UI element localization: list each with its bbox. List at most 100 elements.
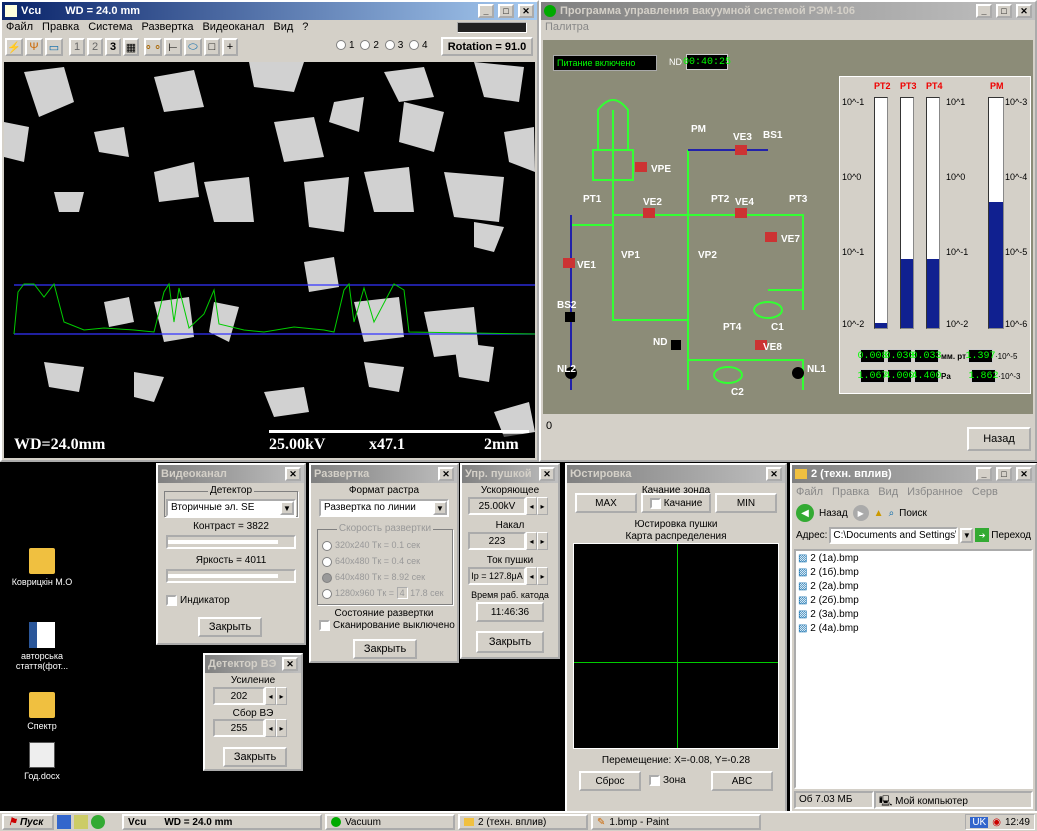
speed-option-2[interactable]: 640x480 Tк = 8.92 сек <box>322 572 425 583</box>
exp-menu-view[interactable]: Вид <box>878 486 898 500</box>
gun-close-button[interactable]: ✕ <box>539 467 555 481</box>
go-label[interactable]: Переход <box>991 530 1031 541</box>
radio-3[interactable] <box>384 40 395 51</box>
close-button[interactable]: ✕ <box>518 4 534 18</box>
chevron-down-icon[interactable]: ▼ <box>960 527 974 543</box>
radio-1[interactable] <box>336 40 346 51</box>
chevron-down-icon[interactable]: ▼ <box>433 501 447 515</box>
back-arrow-icon[interactable]: ◀ <box>796 504 814 522</box>
scan-titlebar[interactable]: Развертка ✕ <box>311 465 457 483</box>
desktop-icon-word-doc[interactable]: авторська стаття(фот... <box>2 622 82 671</box>
heat-right-icon[interactable]: ▸ <box>537 532 548 550</box>
explorer-close-button[interactable]: ✕ <box>1016 467 1032 481</box>
exp-menu-fav[interactable]: Избранное <box>907 486 963 500</box>
tool-2-button[interactable]: 2 <box>87 38 103 56</box>
scan-close-dialog-button[interactable]: Закрыть <box>353 639 417 659</box>
radio-4[interactable] <box>409 40 420 51</box>
menu-file[interactable]: Файл <box>6 21 33 35</box>
go-arrow-icon[interactable]: ➔ <box>975 528 990 542</box>
search-icon[interactable]: ⌕ <box>889 508 895 519</box>
vacuum-close-button[interactable]: ✕ <box>1016 4 1032 18</box>
line-icon[interactable]: ⊢ <box>164 38 182 56</box>
align-titlebar[interactable]: Юстировка ✕ <box>567 465 785 483</box>
indicator-checkbox[interactable]: Индикатор <box>166 595 230 606</box>
accel-left-icon[interactable]: ◂ <box>526 497 537 515</box>
chevron-down-icon[interactable]: ▼ <box>280 501 294 515</box>
bse-close-dialog-button[interactable]: Закрыть <box>223 747 287 767</box>
swing-toggle[interactable]: Качание <box>641 493 711 513</box>
vacuum-titlebar[interactable]: Программа управления вакуумной системой … <box>541 2 1035 20</box>
heat-left-icon[interactable]: ◂ <box>526 532 537 550</box>
swing-checkbox[interactable] <box>649 497 661 509</box>
max-button[interactable]: MAX <box>575 493 637 513</box>
heat-spinner[interactable]: 223 ◂ ▸ <box>468 532 548 550</box>
heat-value[interactable]: 223 <box>468 532 526 550</box>
ellipse-icon[interactable]: ⬭ <box>184 38 202 56</box>
task-vacuum[interactable]: Vacuum <box>325 814 455 830</box>
quicklaunch-icon[interactable] <box>74 815 88 829</box>
bse-titlebar[interactable]: Детектор ВЭ ✕ <box>205 655 301 673</box>
reset-button[interactable]: Сброс <box>579 771 641 791</box>
tool-3-button[interactable]: 3 <box>105 38 121 56</box>
desktop-icon-folder-kovryshkin[interactable]: Коврицкін М.О <box>2 548 82 587</box>
video-close-dialog-button[interactable]: Закрыть <box>198 617 262 637</box>
scanning-checkbox[interactable]: Сканирование выключено <box>319 620 455 631</box>
balance-icon[interactable]: ⚬⚬ <box>144 38 162 56</box>
sem-titlebar[interactable]: Vcu WD = 24.0 mm _ □ ✕ <box>2 2 537 20</box>
camera-icon[interactable]: ▭ <box>45 38 63 56</box>
menu-system[interactable]: Система <box>88 21 132 35</box>
start-button[interactable]: ⚑ Пуск <box>2 814 54 830</box>
file-item[interactable]: ▨ 2 (2б).bmp <box>798 595 1029 609</box>
address-input[interactable]: C:\Documents and Settings\ <box>829 526 959 544</box>
rect-icon[interactable]: □ <box>204 38 220 56</box>
explorer-minimize-button[interactable]: _ <box>976 467 992 481</box>
back-button[interactable]: Назад <box>967 427 1031 451</box>
abc-button[interactable]: ABC <box>711 771 773 791</box>
gain-left-icon[interactable]: ◂ <box>265 687 276 705</box>
maximize-button[interactable]: □ <box>498 4 514 18</box>
min-button[interactable]: MIN <box>715 493 777 513</box>
accel-spinner[interactable]: 25.00kV ◂ ▸ <box>468 497 548 515</box>
distribution-map[interactable] <box>573 543 779 749</box>
menu-video[interactable]: Видеоканал <box>202 21 264 35</box>
accel-value[interactable]: 25.00kV <box>468 497 526 515</box>
task-explorer[interactable]: 2 (техн. вплив) <box>458 814 588 830</box>
video-close-button[interactable]: ✕ <box>285 467 301 481</box>
desktop-icon-folder-spectr[interactable]: Спектр <box>2 692 82 731</box>
gain-right-icon[interactable]: ▸ <box>276 687 287 705</box>
explorer-titlebar[interactable]: 2 (техн. вплив) _ □ ✕ <box>792 465 1035 483</box>
zone-checkbox[interactable] <box>649 775 660 786</box>
forward-arrow-icon[interactable]: ▶ <box>852 505 869 521</box>
current-left-icon[interactable]: ◂ <box>526 567 537 585</box>
menu-help[interactable]: ? <box>302 21 308 35</box>
collect-left-icon[interactable]: ◂ <box>265 719 276 737</box>
menu-palette[interactable]: Палитра <box>545 21 589 35</box>
speed-option-1[interactable]: 640x480 Tк = 0.4 сек <box>322 556 420 567</box>
bse-close-button[interactable]: ✕ <box>282 657 298 671</box>
grid-icon[interactable]: ▦ <box>123 38 139 56</box>
quicklaunch-icon[interactable] <box>91 815 105 829</box>
accel-right-icon[interactable]: ▸ <box>537 497 548 515</box>
radio-2[interactable] <box>360 40 371 51</box>
power-icon[interactable]: ⚡ <box>5 38 23 56</box>
menu-edit[interactable]: Правка <box>42 21 79 35</box>
menu-scan[interactable]: Развертка <box>142 21 194 35</box>
file-item[interactable]: ▨ 2 (2а).bmp <box>798 581 1029 595</box>
gain-value[interactable]: 202 <box>213 687 265 705</box>
sem-image[interactable]: WD=24.0mm 25.00kV x47.1 2mm <box>4 62 535 458</box>
file-item[interactable]: ▨ 2 (3а).bmp <box>798 609 1029 623</box>
desktop-icon-docx[interactable]: Год.docx <box>2 742 82 781</box>
scan-close-button[interactable]: ✕ <box>438 467 454 481</box>
menu-view[interactable]: Вид <box>273 21 293 35</box>
explorer-back-label[interactable]: Назад <box>819 508 848 519</box>
gun-titlebar[interactable]: Упр. пушкой ✕ <box>462 465 558 483</box>
exp-menu-edit[interactable]: Правка <box>832 486 869 500</box>
exp-menu-tools[interactable]: Серв <box>972 486 998 500</box>
collect-value[interactable]: 255 <box>213 719 265 737</box>
speed-option-3[interactable]: 1280x960 Tк = 4 17.8 сек <box>322 587 444 599</box>
minimize-button[interactable]: _ <box>478 4 494 18</box>
exp-menu-file[interactable]: Файл <box>796 486 823 500</box>
rotation-button[interactable]: Rotation = 91.0 <box>441 37 533 56</box>
crosshair-icon[interactable]: + <box>222 38 238 56</box>
collect-right-icon[interactable]: ▸ <box>276 719 287 737</box>
